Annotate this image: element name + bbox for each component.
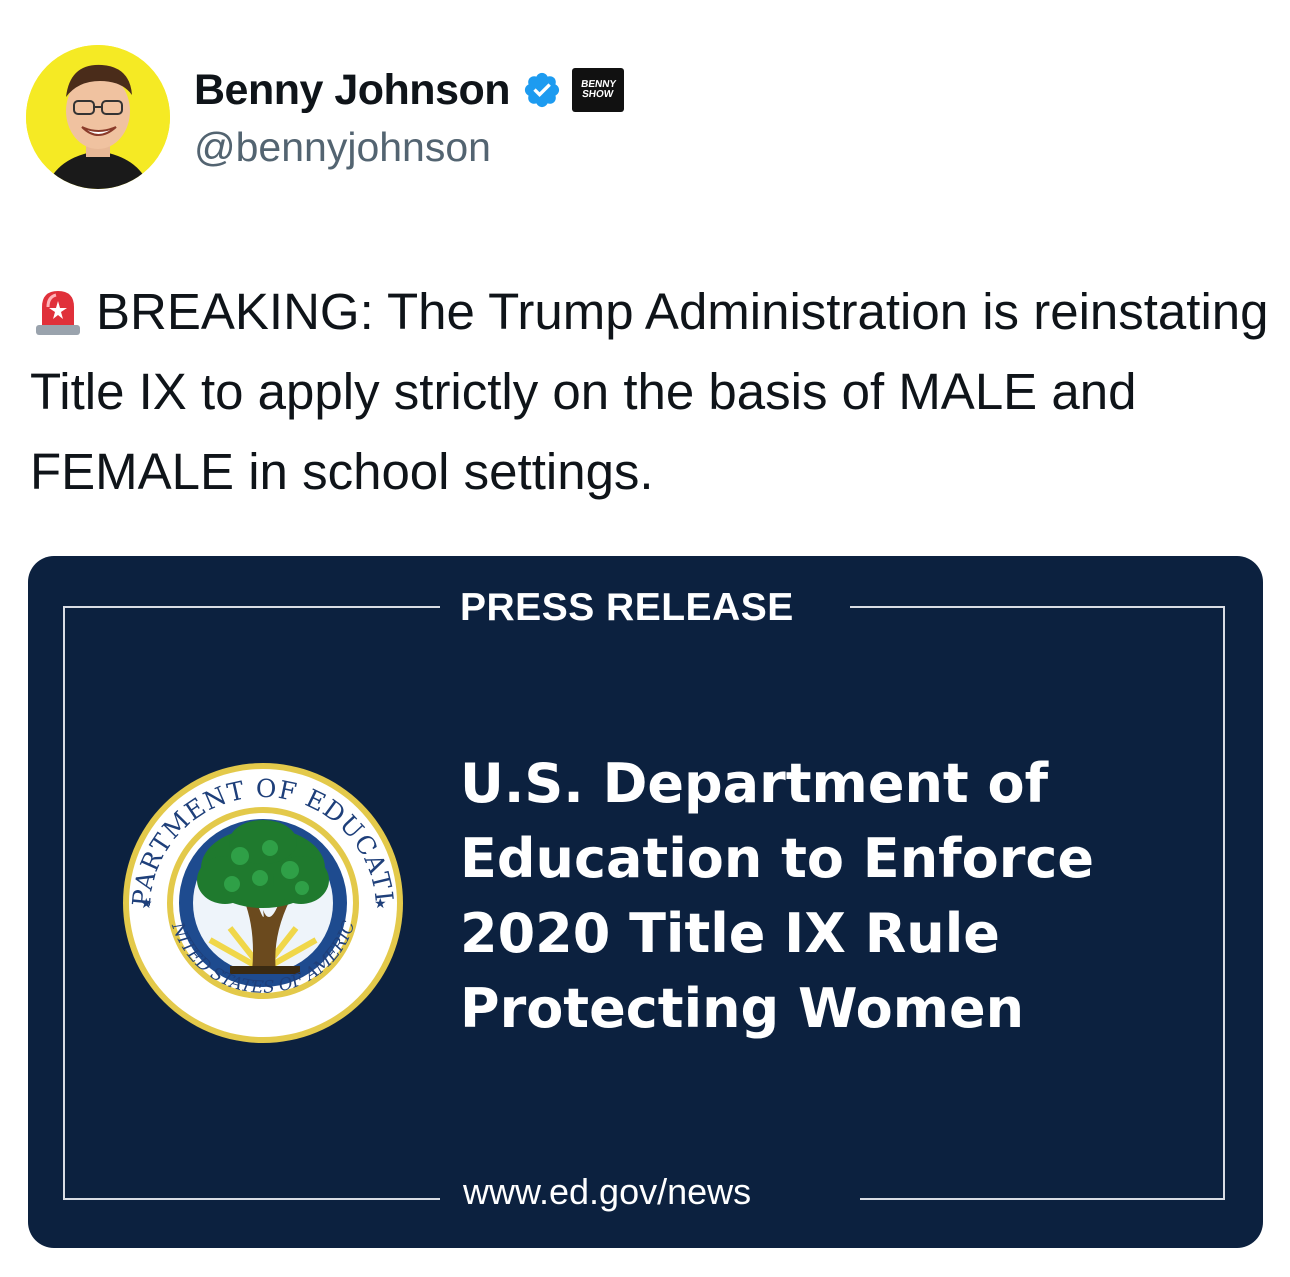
affiliate-badge-icon[interactable]: BENNY SHOW: [572, 68, 625, 112]
affiliate-badge-line-2: SHOW: [581, 89, 615, 100]
press-release-headline: U.S. Department of Education to Enforce …: [460, 746, 1200, 1046]
tweet-text: BREAKING: The Trump Administration is re…: [30, 283, 1269, 500]
author-handle[interactable]: @bennyjohnson: [194, 124, 491, 171]
headline-line: 2020 Title IX Rule: [460, 902, 1000, 965]
headline-line: U.S. Department of: [460, 752, 1049, 815]
department-seal-icon: DEPARTMENT OF EDUCATION UNITED STATES OF…: [120, 760, 403, 1043]
headline-line: Education to Enforce: [460, 827, 1094, 890]
verified-badge-icon: [524, 72, 560, 108]
author-name-row: Benny Johnson BENNY SHOW: [194, 64, 625, 116]
press-release-card[interactable]: PRESS RELEASE PARTMENT OF EDUCATI NITED …: [28, 556, 1263, 1248]
tweet-text-block: BREAKING: The Trump Administration is re…: [30, 272, 1270, 512]
press-release-url[interactable]: www.ed.gov/news: [463, 1171, 751, 1213]
svg-text:★: ★: [374, 895, 387, 911]
avatar[interactable]: [26, 45, 170, 189]
display-name[interactable]: Benny Johnson: [194, 66, 511, 115]
rotating-light-icon: [36, 291, 80, 335]
press-release-label: PRESS RELEASE: [460, 586, 794, 629]
headline-line: Protecting Women: [460, 977, 1025, 1040]
svg-text:★: ★: [140, 895, 153, 911]
